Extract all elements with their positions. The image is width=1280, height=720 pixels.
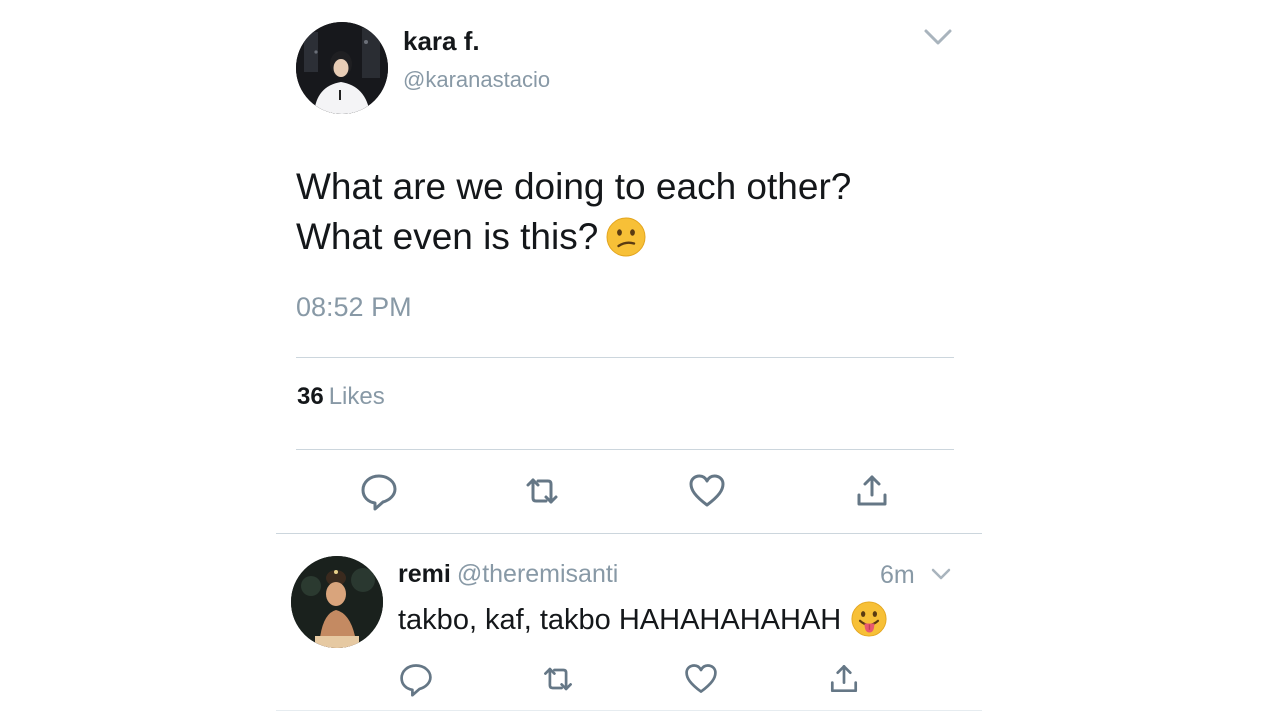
likes-label: Likes <box>328 383 385 410</box>
share-icon[interactable] <box>852 471 892 511</box>
reply-header: remi @theremisanti <box>398 560 618 589</box>
retweet-icon[interactable] <box>522 471 562 511</box>
reply-author-avatar[interactable] <box>291 556 383 648</box>
divider <box>276 710 982 711</box>
reply-text-content: takbo, kaf, takbo HAHAHAHAHAH <box>398 604 842 636</box>
tweet-text-line-content: What even is this? <box>296 216 599 257</box>
divider <box>296 357 954 358</box>
reply-author-name[interactable]: remi <box>398 560 451 588</box>
reply-text: takbo, kaf, takbo HAHAHAHAHAH <box>398 601 887 637</box>
tweet-detail-screen: kara f. @karanastacio What are we doing … <box>0 0 1280 720</box>
confused-face-emoji-icon <box>606 217 646 257</box>
tweet-timestamp[interactable]: 08:52 PM <box>296 292 412 323</box>
chevron-down-icon[interactable] <box>930 567 952 581</box>
tweet-text: What are we doing to each other? What ev… <box>296 162 976 262</box>
likes-count[interactable]: 36 Likes <box>297 383 385 411</box>
author-avatar[interactable] <box>296 22 388 114</box>
tongue-out-emoji-icon <box>851 601 887 637</box>
reply-time[interactable]: 6m <box>880 561 915 590</box>
share-icon[interactable] <box>826 661 862 697</box>
likes-number: 36 <box>297 383 324 410</box>
divider <box>296 449 954 450</box>
heart-icon[interactable] <box>683 661 719 697</box>
divider <box>276 533 982 534</box>
retweet-icon[interactable] <box>540 661 576 697</box>
heart-icon[interactable] <box>687 471 727 511</box>
reply-icon[interactable] <box>398 661 434 697</box>
chevron-down-icon[interactable] <box>922 26 954 48</box>
reply-author-handle[interactable]: @theremisanti <box>457 560 619 588</box>
tweet-text-line: What are we doing to each other? <box>296 166 852 207</box>
author-name[interactable]: kara f. <box>403 26 480 57</box>
reply-icon[interactable] <box>359 471 399 511</box>
author-handle[interactable]: @karanastacio <box>403 67 550 93</box>
tweet-text-line: What even is this? <box>296 212 976 262</box>
